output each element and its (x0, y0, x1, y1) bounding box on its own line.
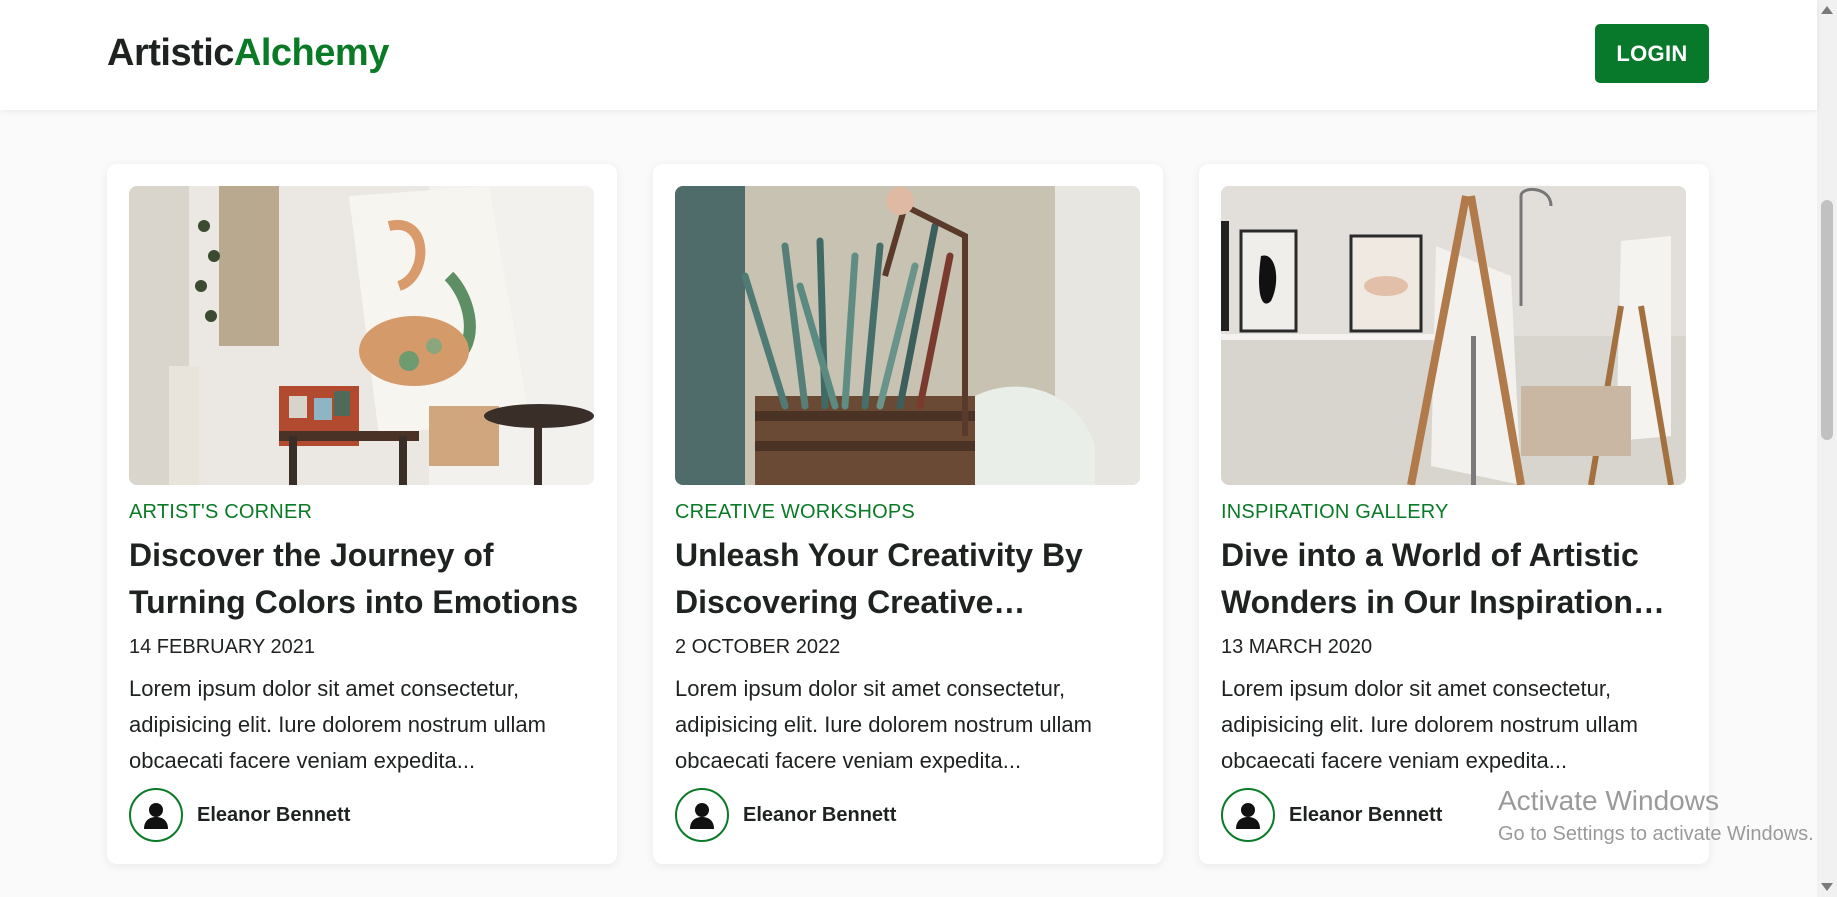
author-name: Eleanor Bennett (743, 803, 897, 826)
site-header: ArtisticAlchemy LOGIN (0, 0, 1817, 110)
card-date: 2 OCTOBER 2022 (675, 636, 841, 658)
card-date: 14 FEBRUARY 2021 (129, 636, 316, 658)
blog-card[interactable]: INSPIRATION GALLERY Dive into a World of… (1199, 164, 1709, 864)
card-excerpt: Lorem ipsum dolor sit amet consectetur, … (129, 676, 546, 773)
site-logo[interactable]: ArtisticAlchemy (107, 32, 389, 75)
card-category[interactable]: ARTIST'S CORNER (129, 501, 595, 524)
author-name: Eleanor Bennett (197, 803, 351, 826)
card-author[interactable]: Eleanor Bennett (129, 788, 350, 842)
card-author[interactable]: Eleanor Bennett (1221, 788, 1442, 842)
card-category[interactable]: INSPIRATION GALLERY (1221, 501, 1687, 524)
blog-card[interactable]: ARTIST'S CORNER Discover the Journey of … (107, 164, 617, 864)
scroll-up-arrow-icon[interactable] (1821, 6, 1833, 14)
card-image[interactable] (675, 186, 1140, 485)
user-icon (144, 803, 168, 829)
card-excerpt: Lorem ipsum dolor sit amet consectetur, … (1221, 676, 1638, 773)
card-image[interactable] (1221, 186, 1686, 485)
user-icon (1236, 803, 1260, 829)
logo-text-artistic: Artistic (107, 32, 234, 74)
windows-activation-watermark: Activate Windows Go to Settings to activ… (1498, 785, 1814, 846)
card-category[interactable]: CREATIVE WORKSHOPS (675, 501, 1141, 524)
card-author[interactable]: Eleanor Bennett (675, 788, 896, 842)
avatar (675, 788, 729, 842)
card-image[interactable] (129, 186, 594, 485)
scrollbar-thumb[interactable] (1821, 200, 1833, 440)
avatar (129, 788, 183, 842)
logo-text-alchemy: Alchemy (233, 32, 389, 74)
user-icon (690, 803, 714, 829)
login-button[interactable]: LOGIN (1595, 24, 1709, 83)
card-excerpt: Lorem ipsum dolor sit amet consectetur, … (675, 676, 1092, 773)
card-title[interactable]: Unleash Your Creativity By Discovering C… (675, 532, 1141, 626)
author-name: Eleanor Bennett (1289, 803, 1443, 826)
blog-card[interactable]: CREATIVE WORKSHOPS Unleash Your Creativi… (653, 164, 1163, 864)
scroll-down-arrow-icon[interactable] (1821, 883, 1833, 891)
card-title[interactable]: Dive into a World of Artistic Wonders in… (1221, 532, 1687, 626)
watermark-title: Activate Windows (1498, 785, 1719, 816)
avatar (1221, 788, 1275, 842)
blog-card-list: ARTIST'S CORNER Discover the Journey of … (107, 164, 1709, 864)
card-title[interactable]: Discover the Journey of Turning Colors i… (129, 532, 595, 626)
watermark-subtitle: Go to Settings to activate Windows. (1498, 823, 1814, 845)
vertical-scrollbar[interactable] (1817, 0, 1837, 897)
card-date: 13 MARCH 2020 (1221, 636, 1373, 658)
